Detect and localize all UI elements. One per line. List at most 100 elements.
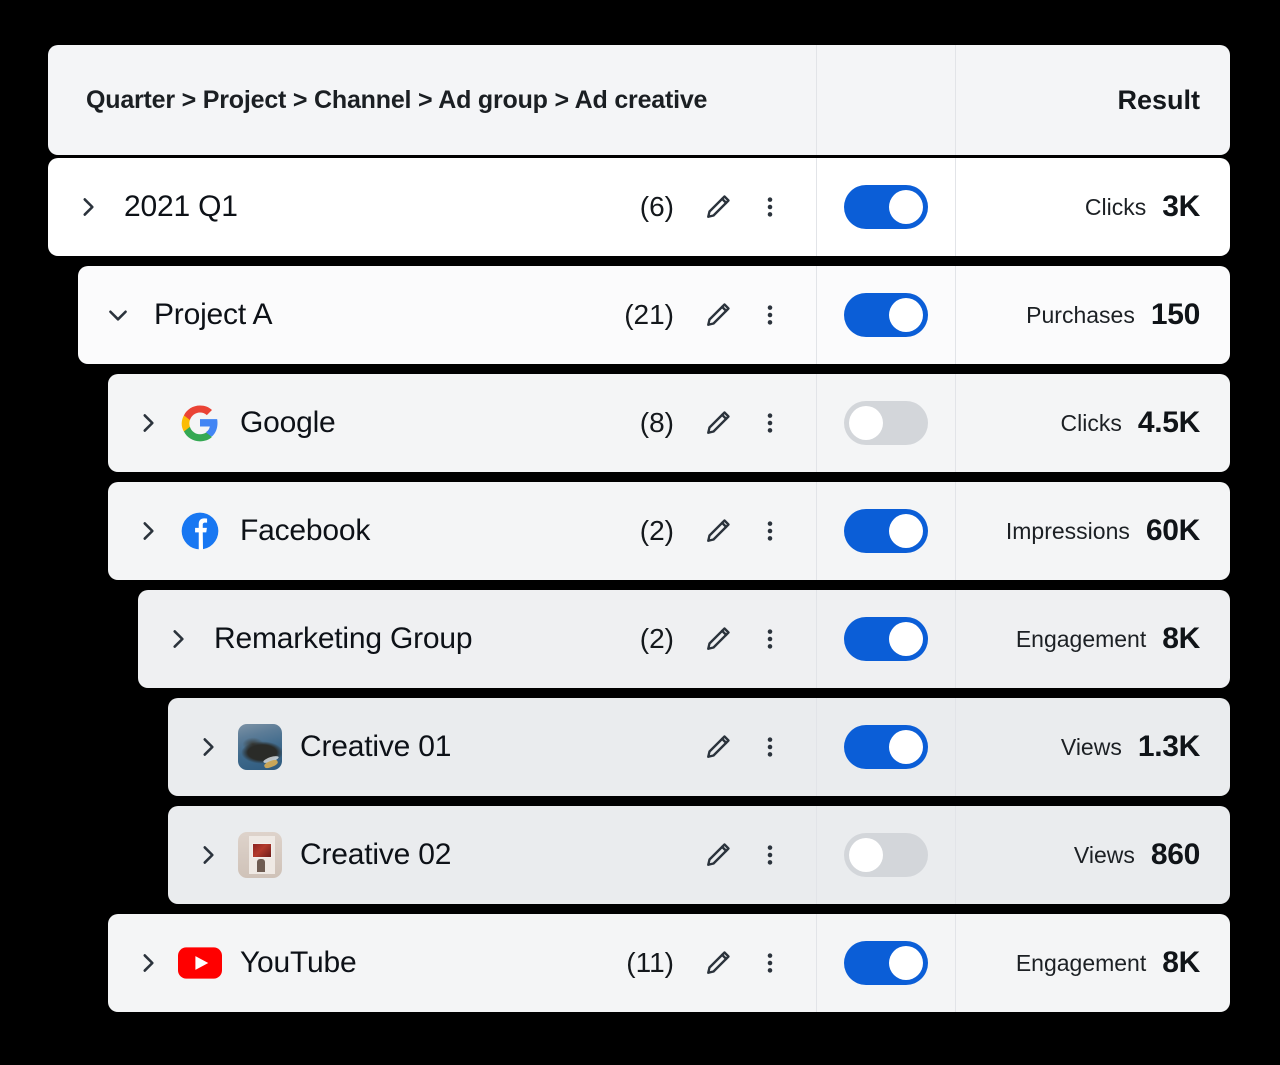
row-toggle-switch[interactable] — [844, 725, 928, 769]
row-toggle-cell — [816, 266, 956, 364]
chevron-right-icon[interactable] — [134, 409, 162, 437]
row-result-cell: Views 1.3K — [956, 698, 1230, 796]
row-actions — [678, 947, 816, 979]
result-metric-label: Purchases — [1026, 301, 1135, 328]
row-child-count: (11) — [626, 947, 674, 978]
more-vertical-icon[interactable] — [754, 407, 786, 439]
chevron-down-icon[interactable] — [104, 301, 132, 329]
result-metric-label: Clicks — [1060, 409, 1122, 436]
tree-table: Quarter > Project > Channel > Ad group >… — [0, 0, 1280, 1065]
result-value: 8K — [1162, 946, 1200, 979]
more-vertical-icon[interactable] — [754, 839, 786, 871]
more-vertical-icon[interactable] — [754, 515, 786, 547]
row-title: Creative 02 — [300, 838, 452, 871]
row-title: Project A — [154, 298, 273, 331]
chevron-right-icon[interactable] — [164, 625, 192, 653]
table-row[interactable]: 2021 Q1 (6) Clicks 3K — [48, 158, 1230, 256]
table-row[interactable]: Creative 02 Views 860 — [168, 806, 1230, 904]
facebook-logo-icon — [178, 509, 222, 553]
row-title: Remarketing Group — [214, 622, 473, 655]
chevron-right-icon[interactable] — [194, 733, 222, 761]
row-main: YouTube (11) — [108, 914, 816, 1012]
pencil-icon[interactable] — [702, 191, 734, 223]
row-main: Facebook (2) — [108, 482, 816, 580]
more-vertical-icon[interactable] — [754, 947, 786, 979]
row-child-count: (21) — [624, 299, 674, 330]
pencil-icon[interactable] — [702, 947, 734, 979]
pencil-icon[interactable] — [702, 623, 734, 655]
row-main: Creative 01 — [168, 698, 816, 796]
header-toggle-column — [816, 45, 956, 155]
row-toggle-cell — [816, 806, 956, 904]
result-value: 860 — [1150, 838, 1200, 871]
result-metric-label: Clicks — [1084, 193, 1147, 220]
row-result-cell: Engagement 8K — [956, 590, 1230, 688]
row-toggle-switch[interactable] — [844, 941, 928, 985]
chevron-right-icon[interactable] — [194, 841, 222, 869]
row-title: Google — [240, 406, 336, 439]
toggle-knob — [889, 514, 923, 548]
more-vertical-icon[interactable] — [754, 623, 786, 655]
row-toggle-switch[interactable] — [844, 293, 928, 337]
row-child-count: (2) — [639, 623, 674, 654]
row-toggle-switch[interactable] — [844, 185, 928, 229]
row-child-count: (6) — [639, 191, 674, 222]
row-toggle-switch[interactable] — [844, 617, 928, 661]
row-main: Creative 02 — [168, 806, 816, 904]
row-toggle-switch[interactable] — [844, 509, 928, 553]
table-row[interactable]: Facebook (2) Impressions 60K — [108, 482, 1230, 580]
pencil-icon[interactable] — [702, 299, 734, 331]
toggle-knob — [849, 838, 883, 872]
result-value: 4.5K — [1137, 406, 1200, 439]
creative-thumbnail — [238, 832, 282, 878]
row-title: 2021 Q1 — [124, 190, 238, 223]
result-value: 60K — [1145, 514, 1200, 547]
pencil-icon[interactable] — [702, 731, 734, 763]
more-vertical-icon[interactable] — [754, 731, 786, 763]
pencil-icon[interactable] — [702, 407, 734, 439]
result-value: 3K — [1162, 190, 1200, 223]
row-main: Google (8) — [108, 374, 816, 472]
table-row[interactable]: YouTube (11) Engagement 8K — [108, 914, 1230, 1012]
row-actions — [678, 299, 816, 331]
row-title: Creative 01 — [300, 730, 452, 763]
toggle-knob — [849, 406, 883, 440]
row-result-cell: Clicks 4.5K — [956, 374, 1230, 472]
toggle-knob — [889, 946, 923, 980]
row-actions — [678, 623, 816, 655]
row-actions — [678, 731, 816, 763]
youtube-logo-icon — [178, 941, 222, 985]
more-vertical-icon[interactable] — [754, 191, 786, 223]
chevron-right-icon[interactable] — [134, 517, 162, 545]
result-metric-label: Engagement — [1015, 625, 1147, 652]
result-value: 150 — [1150, 298, 1200, 331]
row-toggle-cell — [816, 158, 956, 256]
row-toggle-switch[interactable] — [844, 401, 928, 445]
table-header: Quarter > Project > Channel > Ad group >… — [48, 45, 1230, 155]
row-actions — [678, 515, 816, 547]
row-result-cell: Views 860 — [956, 806, 1230, 904]
pencil-icon[interactable] — [702, 839, 734, 871]
row-actions — [678, 407, 816, 439]
chevron-right-icon[interactable] — [134, 949, 162, 977]
more-vertical-icon[interactable] — [754, 299, 786, 331]
google-logo-icon — [178, 401, 222, 445]
row-result-cell: Engagement 8K — [956, 914, 1230, 1012]
row-main: Remarketing Group (2) — [138, 590, 816, 688]
chevron-right-icon[interactable] — [74, 193, 102, 221]
result-value: 1.3K — [1137, 730, 1200, 763]
creative-thumbnail — [238, 724, 282, 770]
table-row[interactable]: Creative 01 Views 1.3K — [168, 698, 1230, 796]
row-toggle-cell — [816, 374, 956, 472]
pencil-icon[interactable] — [702, 515, 734, 547]
toggle-knob — [889, 622, 923, 656]
row-title: Facebook — [240, 514, 371, 547]
table-row[interactable]: Google (8) Clicks 4.5K — [108, 374, 1230, 472]
table-row[interactable]: Remarketing Group (2) Engagement 8K — [138, 590, 1230, 688]
result-metric-label: Engagement — [1015, 949, 1147, 976]
toggle-knob — [889, 298, 923, 332]
row-toggle-switch[interactable] — [844, 833, 928, 877]
result-metric-label: Views — [1073, 841, 1135, 868]
row-result-cell: Impressions 60K — [956, 482, 1230, 580]
table-row[interactable]: Project A (21) Purchases 150 — [78, 266, 1230, 364]
